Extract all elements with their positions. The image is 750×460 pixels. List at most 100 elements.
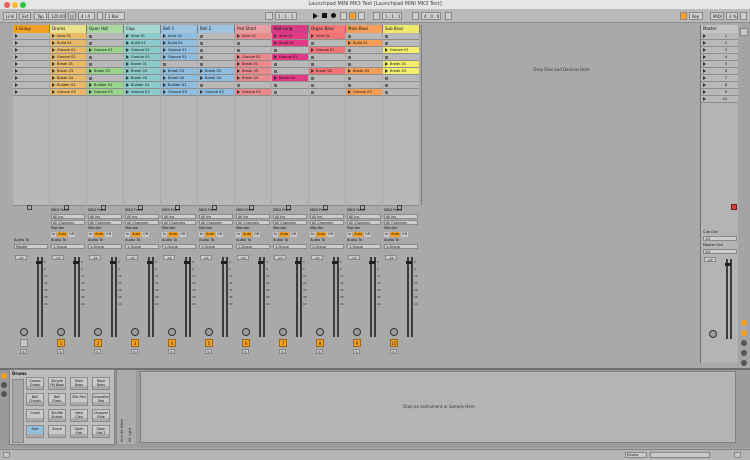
monitor-off-button[interactable]: Off [142,232,150,237]
empty-clip-slot[interactable] [13,61,49,68]
volume-display[interactable]: -inf [15,255,27,260]
midi-from-select[interactable]: All Ins [199,214,233,219]
slot-stop-icon[interactable] [89,34,92,38]
empty-clip-slot[interactable] [383,54,419,61]
empty-slot-area[interactable] [161,96,197,206]
slot-stop-icon[interactable] [200,34,203,38]
volume-fader[interactable] [295,261,301,264]
clip-slot[interactable]: Intro 01 [235,33,271,40]
slot-stop-icon[interactable] [385,55,388,59]
clip-slot[interactable]: Intro 01 [309,33,345,40]
audio-to-select[interactable]: 1-Group [88,244,122,249]
clip-slot[interactable]: Break 03 [50,68,86,75]
track-header[interactable]: Pad Short [235,25,272,33]
slot-stop-icon[interactable] [200,55,203,59]
clip-launch-icon[interactable] [126,41,129,45]
clip-slot[interactable]: Break 04 [272,75,308,82]
track-header[interactable]: Pad Long [272,25,309,33]
empty-clip-slot[interactable] [13,82,49,89]
scene-launch[interactable]: 2 [701,40,739,47]
midi-channel-select[interactable]: All Channels [310,220,344,225]
empty-slot-area[interactable] [383,96,419,206]
track-header[interactable]: Open Hat [87,25,124,33]
track-header[interactable]: Bell 1 [161,25,198,33]
clip-slot[interactable]: Break 01 [383,61,419,68]
clip-slot[interactable]: Intro 01 [50,33,86,40]
clip-slot[interactable]: Groove 01 [161,47,197,54]
clip-slot[interactable]: Builder 01 [87,82,123,89]
group-launch-icon[interactable] [15,83,18,87]
instrument-drop-area[interactable]: Drop an Instrument or Sample Here [140,371,736,443]
clip-launch-icon[interactable] [89,69,92,73]
empty-clip-slot[interactable] [309,89,345,96]
clip-slot[interactable]: Groove 03 [87,89,123,96]
slot-stop-icon[interactable] [89,76,92,80]
clip-launch-icon[interactable] [200,69,203,73]
scene-launch-icon[interactable] [703,90,706,94]
empty-clip-slot[interactable] [383,82,419,89]
session-drop-area[interactable]: Drop Files and Devices Here [421,25,700,205]
empty-slot-area[interactable] [13,96,49,206]
monitor-off-button[interactable]: Off [253,232,261,237]
loop-length-field[interactable]: 4 . 0 . 0 [421,12,441,20]
pan-knob[interactable] [94,328,102,336]
clip-launch-icon[interactable] [126,76,129,80]
track-header[interactable]: Organ Bass [309,25,346,33]
drum-pad[interactable]: Bell Chords [26,393,44,406]
pad-mute-solo-strip[interactable] [49,402,65,405]
empty-slot-area[interactable] [50,96,86,206]
cue-out-select[interactable]: 1/2 [703,236,737,241]
empty-clip-slot[interactable] [272,89,308,96]
empty-clip-slot[interactable] [346,61,382,68]
track-header[interactable]: 1 Group [13,25,50,33]
track-activator-button[interactable]: 9 [353,339,361,347]
slot-stop-icon[interactable] [311,55,314,59]
slot-stop-icon[interactable] [311,76,314,80]
midi-channel-select[interactable]: All Channels [273,220,307,225]
pad-view-icon[interactable] [1,391,7,397]
empty-clip-slot[interactable] [198,82,234,89]
midi-from-select[interactable]: All Ins [310,214,344,219]
empty-clip-slot[interactable] [198,40,234,47]
volume-fader[interactable] [369,261,375,264]
track-activator-button[interactable] [20,339,28,347]
empty-slot-area[interactable] [124,96,160,206]
track-activator-button[interactable]: 1 [57,339,65,347]
monitor-in-button[interactable]: In [384,232,390,237]
pad-mute-solo-strip[interactable] [71,434,87,437]
clip-slot[interactable]: Groove 02 [235,54,271,61]
overdub-icon[interactable] [340,12,347,20]
empty-slot-area[interactable] [87,96,123,206]
empty-clip-slot[interactable] [346,75,382,82]
slot-stop-icon[interactable] [274,48,277,52]
volume-display[interactable]: -inf [52,255,64,260]
volume-display[interactable]: -inf [163,255,175,260]
slot-stop-icon[interactable] [89,62,92,66]
clip-launch-icon[interactable] [311,48,314,52]
clip-slot[interactable]: Build 01 [50,40,86,47]
drum-pad[interactable]: Chopper Ride [92,409,110,422]
group-launch-icon[interactable] [15,76,18,80]
monitor-in-button[interactable]: In [273,232,279,237]
arrangement-position-field[interactable]: 1 . 1 . 1 [275,12,297,20]
clip-launch-icon[interactable] [126,83,129,87]
clip-launch-icon[interactable] [163,48,166,52]
drum-pad[interactable]: Shuffle Shaker [48,409,66,422]
empty-clip-slot[interactable] [87,61,123,68]
drum-pad[interactable]: Verb Clap [70,409,88,422]
punch-in-icon[interactable] [373,12,380,20]
clip-launch-icon[interactable] [163,90,166,94]
scene-launch[interactable]: 1 [701,33,739,40]
track-stop-icon[interactable] [27,205,32,210]
pad-overview[interactable] [12,379,24,443]
empty-clip-slot[interactable] [309,40,345,47]
midi-from-select[interactable]: All Ins [51,214,85,219]
empty-clip-slot[interactable] [13,40,49,47]
midi-channel-select[interactable]: All Channels [51,220,85,225]
clip-slot[interactable]: Break 03 [383,68,419,75]
stop-all-clips-icon[interactable] [731,204,737,210]
clip-slot[interactable]: Intro 01 [161,33,197,40]
chain-label-1[interactable]: Kick 85 Whell [120,419,124,442]
volume-fader[interactable] [184,261,190,264]
clip-launch-icon[interactable] [163,69,166,73]
